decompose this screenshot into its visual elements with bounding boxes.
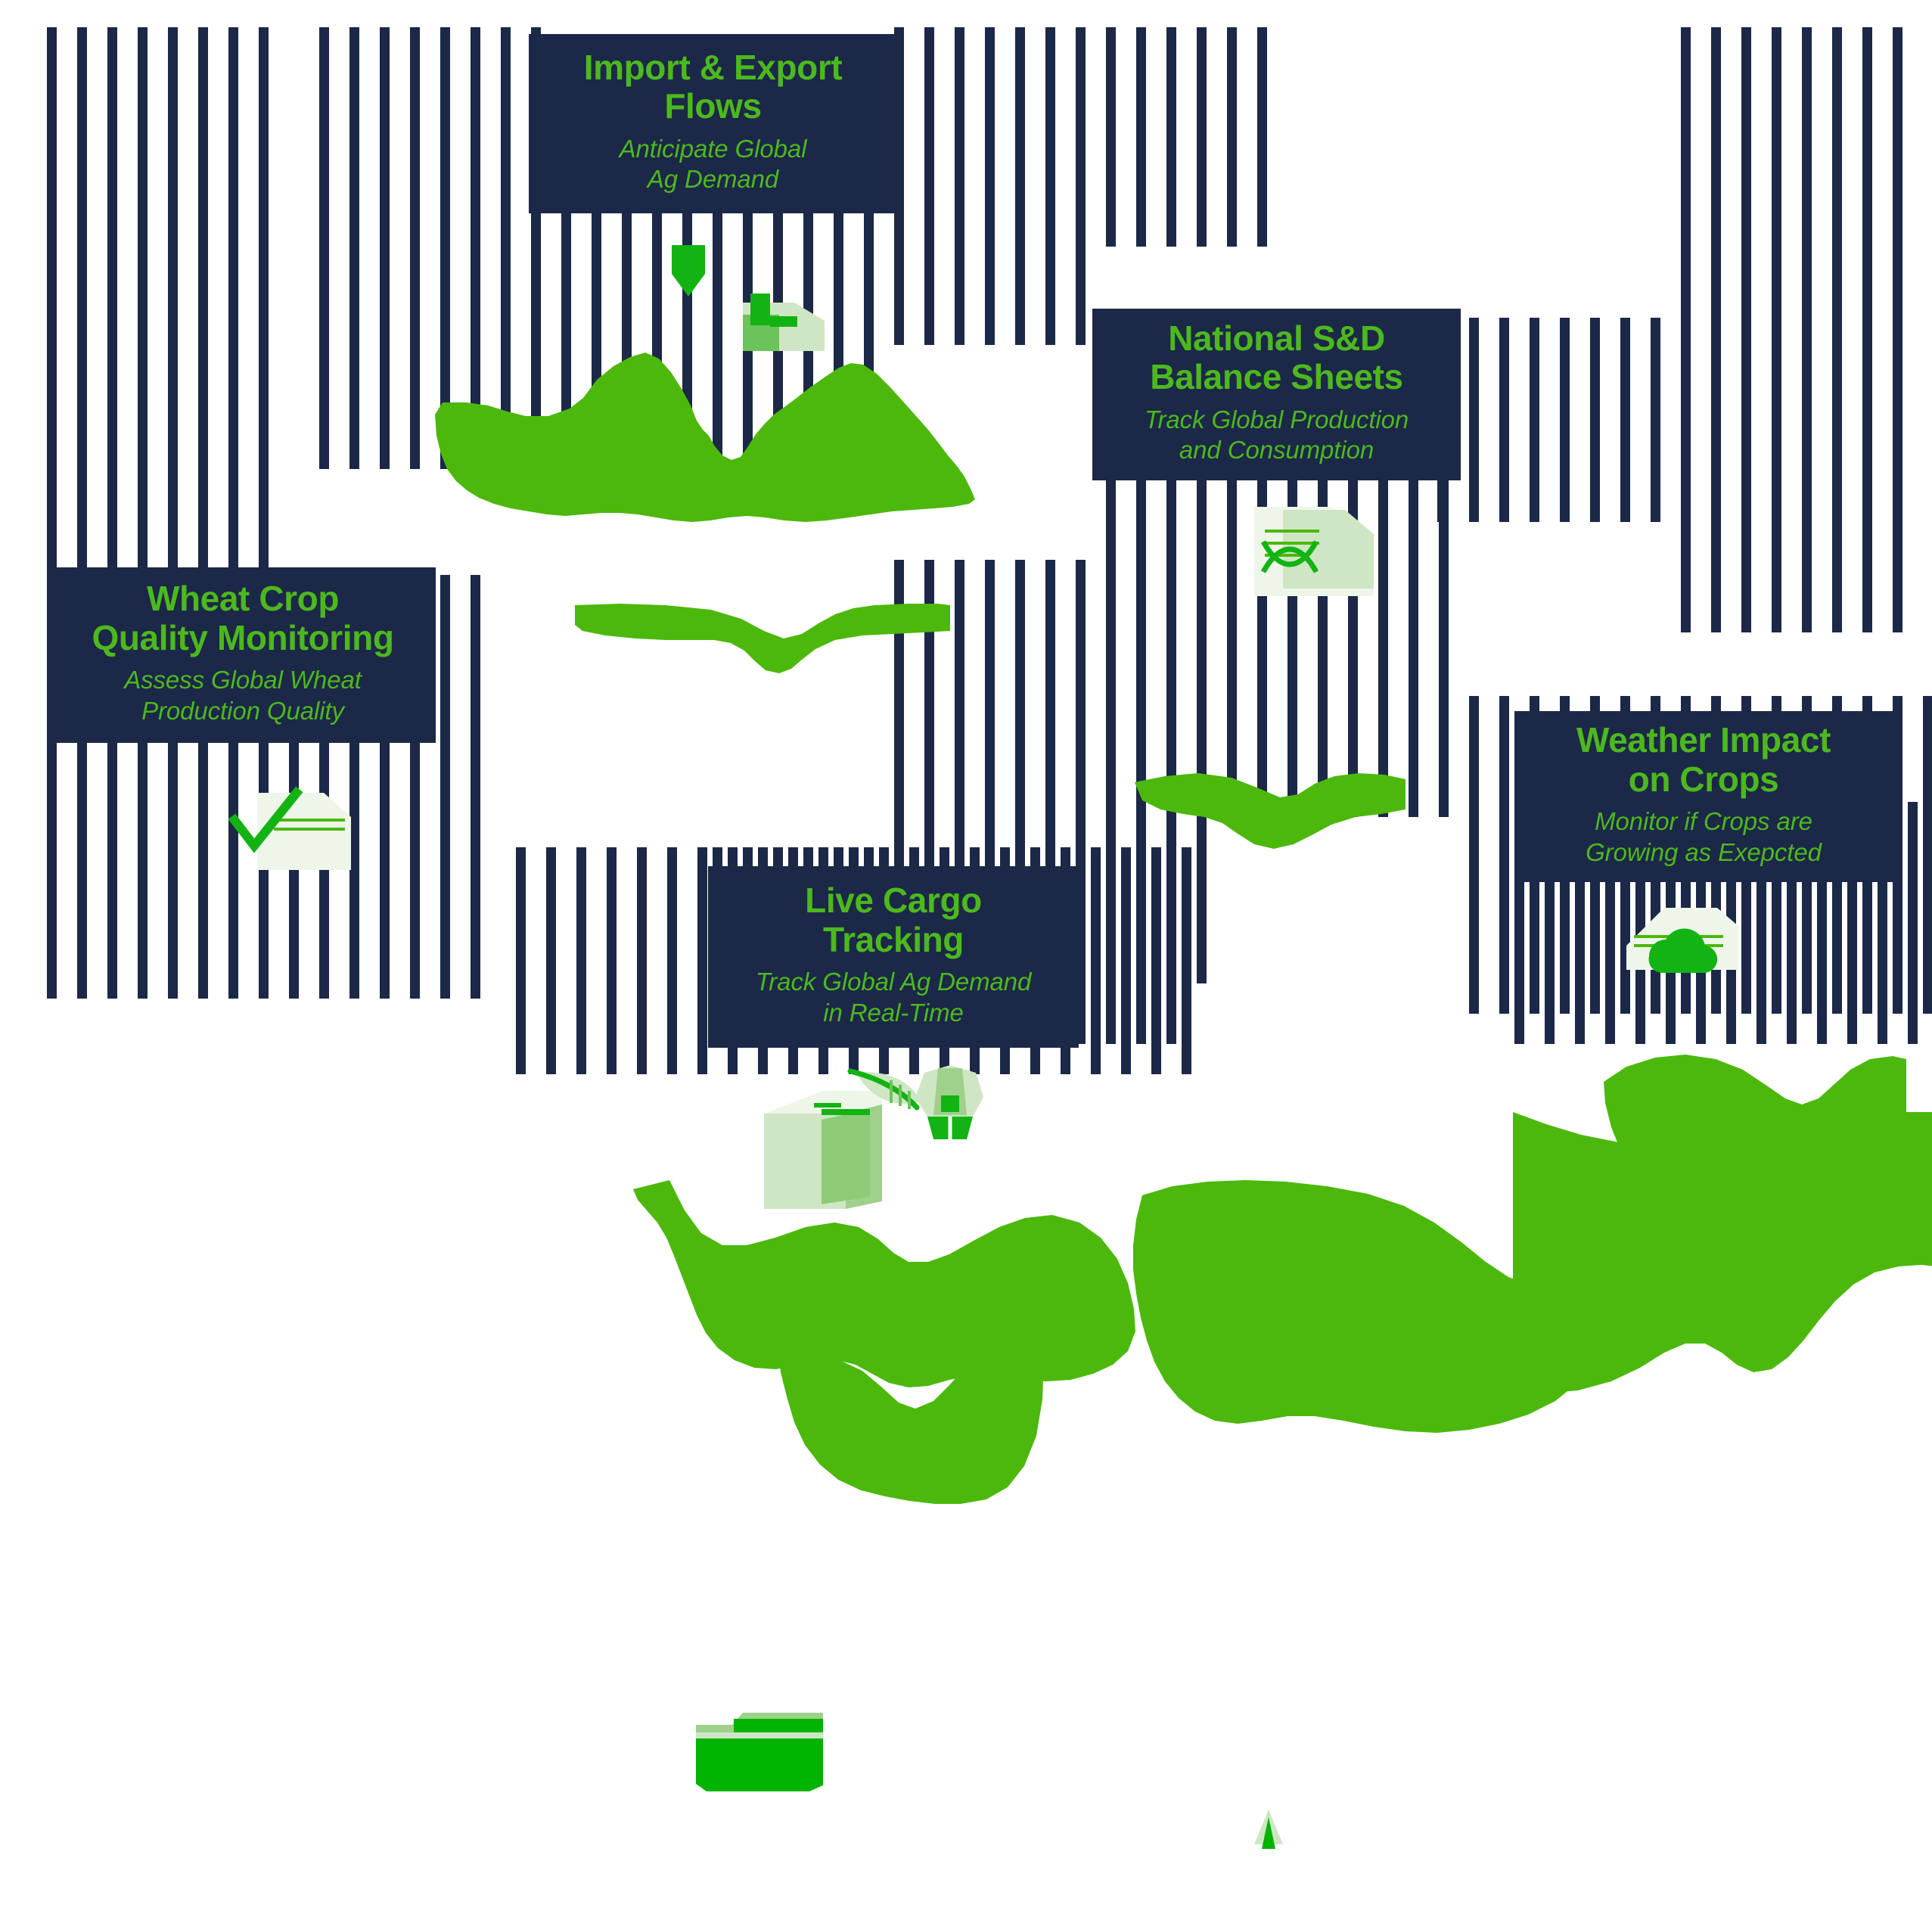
- location-pin-icon: [1250, 1807, 1287, 1859]
- stripe-block: [45, 27, 272, 629]
- cargo-ship-icon: [704, 286, 840, 369]
- stripe-block: [893, 27, 1097, 345]
- callout-subtitle: Monitor if Crops are Growing as Exepcted: [1586, 807, 1822, 866]
- callout-title: Import & Export Flows: [583, 47, 843, 126]
- hot-air-balloon-icon: [908, 1062, 991, 1153]
- landmass-central-america: [575, 598, 953, 696]
- callout-import-export-flows[interactable]: Import & Export Flows Anticipate Global …: [529, 34, 897, 213]
- landmass-australia: [1604, 1052, 1906, 1241]
- callout-title: Live Cargo Tracking: [805, 881, 982, 959]
- callout-subtitle: Track Global Production and Consumption: [1144, 405, 1409, 464]
- callout-live-cargo-tracking[interactable]: Live Cargo Tracking Track Global Ag Dema…: [708, 866, 1079, 1048]
- callout-title: Wheat Crop Quality Monitoring: [92, 579, 394, 657]
- callout-subtitle: Assess Global Wheat Production Quality: [124, 666, 362, 725]
- callout-wheat-crop-quality-monitoring[interactable]: Wheat Crop Quality Monitoring Assess Glo…: [50, 567, 436, 743]
- stripe-block: [1437, 318, 1687, 522]
- balance-sheet-icon: [1241, 499, 1392, 605]
- landmass-europe: [1135, 764, 1407, 885]
- landmass-south-america-tip: [779, 1354, 1044, 1505]
- infographic-canvas: Import & Export Flows Anticipate Global …: [0, 0, 1932, 1920]
- callout-subtitle: Anticipate Global Ag Demand: [619, 134, 807, 194]
- stripe-block: [1104, 27, 1271, 247]
- callout-title: Weather Impact on Crops: [1576, 720, 1831, 799]
- cargo-container-icon: [696, 1711, 825, 1794]
- checkmark-icon: [227, 779, 356, 878]
- callout-title: National S&D Balance Sheets: [1150, 318, 1403, 397]
- cloud-icon: [1619, 893, 1747, 991]
- callout-national-sd-balance-sheets[interactable]: National S&D Balance Sheets Track Global…: [1092, 309, 1461, 480]
- callout-weather-impact-on-crops[interactable]: Weather Impact on Crops Monitor if Crops…: [1514, 711, 1893, 882]
- stripe-block: [1679, 27, 1906, 632]
- callout-subtitle: Track Global Ag Demand in Real-Time: [755, 968, 1032, 1027]
